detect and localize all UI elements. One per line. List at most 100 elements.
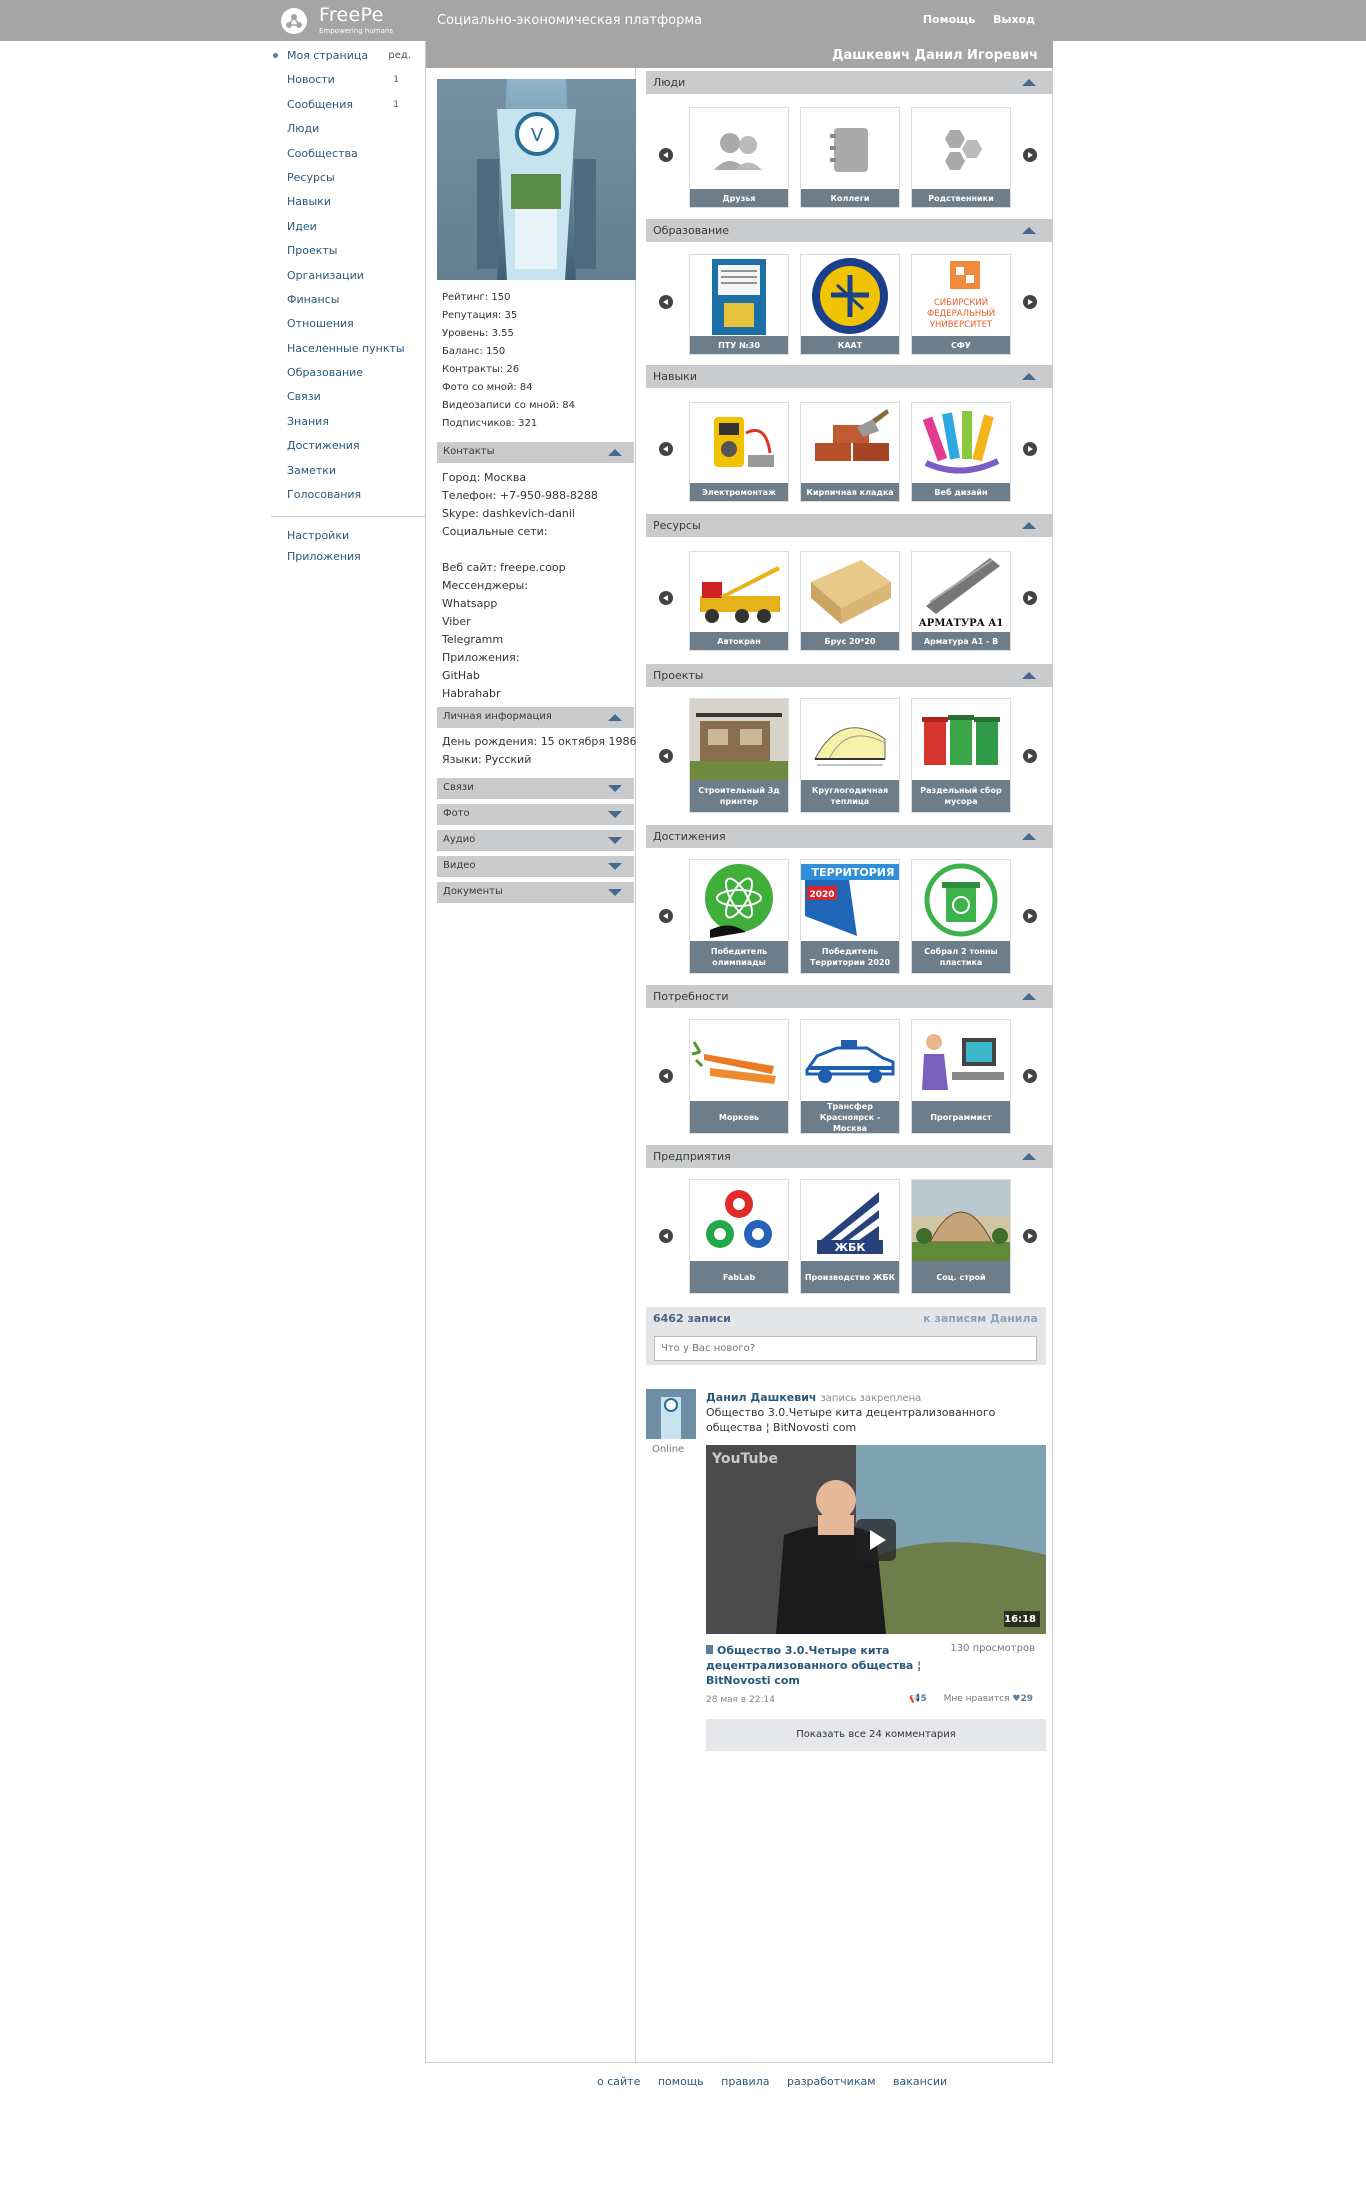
footer-help[interactable]: помощь (658, 2075, 704, 2088)
nav-relations[interactable]: Отношения (271, 315, 425, 339)
nav-connections[interactable]: Связи (271, 388, 425, 412)
card-greenhouse[interactable]: Круглогодичная теплица (800, 698, 900, 813)
card-social-build[interactable]: Соц. строй (911, 1179, 1011, 1294)
card-transfer[interactable]: Трансфер Красноярск - Москва (800, 1019, 900, 1134)
card-fablab[interactable]: FabLab (689, 1179, 789, 1294)
card-timber[interactable]: Брус 20*20 (800, 551, 900, 651)
nav-apps[interactable]: Приложения (271, 548, 425, 569)
next-arrow-icon[interactable] (1023, 749, 1037, 763)
card-caption: Морковь (690, 1101, 788, 1133)
nav-organizations[interactable]: Организации (271, 267, 425, 291)
repost-button[interactable]: 📢5 (909, 1694, 926, 1704)
video-title[interactable]: Общество 3.0.Четыре кита децентрализован… (706, 1643, 931, 1688)
card-kaat[interactable]: КААТ (800, 254, 900, 355)
footer-rules[interactable]: правила (721, 2075, 769, 2088)
footer-jobs[interactable]: вакансии (893, 2075, 947, 2088)
card-zhbk[interactable]: ЖБК Производство ЖБК (800, 1179, 900, 1294)
card-electrical[interactable]: Электромонтаж (689, 402, 789, 502)
prev-arrow-icon[interactable] (659, 749, 673, 763)
next-arrow-icon[interactable] (1023, 148, 1037, 162)
contacts-header[interactable]: Контакты (437, 442, 634, 463)
card-ptu30[interactable]: ПТУ №30 (689, 254, 789, 355)
next-arrow-icon[interactable] (1023, 295, 1037, 309)
profile-avatar[interactable]: V (437, 79, 636, 280)
prev-arrow-icon[interactable] (659, 295, 673, 309)
card-web-design[interactable]: Веб дизайн (911, 402, 1011, 502)
footer-about[interactable]: о сайте (597, 2075, 640, 2088)
skills-section-header[interactable]: Навыки (646, 365, 1053, 388)
prev-arrow-icon[interactable] (659, 1229, 673, 1243)
footer-developers[interactable]: разработчикам (787, 2075, 876, 2088)
nav-ideas[interactable]: Идеи (271, 218, 425, 242)
post-date[interactable]: 28 мая в 22:14 (706, 1695, 775, 1705)
resources-section-header[interactable]: Ресурсы (646, 514, 1053, 537)
prev-arrow-icon[interactable] (659, 1069, 673, 1083)
video-player[interactable]: YouTube 16:18 (706, 1445, 1046, 1634)
prev-arrow-icon[interactable] (659, 909, 673, 923)
education-section-header[interactable]: Образование (646, 219, 1053, 242)
card-crane[interactable]: Автокран (689, 551, 789, 651)
connections-header[interactable]: Связи (437, 778, 634, 799)
card-plastic[interactable]: Собрал 2 тонны пластика (911, 859, 1011, 974)
nav-votes[interactable]: Голосования (271, 486, 425, 510)
nav-people[interactable]: Люди (271, 120, 425, 144)
next-arrow-icon[interactable] (1023, 909, 1037, 923)
card-territory[interactable]: ТЕРРИТОРИЯ 2020 Победитель Территории 202… (800, 859, 900, 974)
documents-header[interactable]: Документы (437, 882, 634, 903)
card-relatives[interactable]: Родственники (911, 107, 1011, 208)
prev-arrow-icon[interactable] (659, 591, 673, 605)
help-link[interactable]: Помощь (923, 13, 975, 26)
card-colleagues[interactable]: Коллеги (800, 107, 900, 208)
personal-info-header[interactable]: Личная информация (437, 707, 634, 728)
audio-header[interactable]: Аудио (437, 830, 634, 851)
prev-arrow-icon[interactable] (659, 442, 673, 456)
nav-settings[interactable]: Настройки (271, 527, 425, 548)
post-author-name[interactable]: Данил Дашкевич (706, 1391, 816, 1404)
card-3d-printer[interactable]: Строительный 3д принтер (689, 698, 789, 813)
nav-achievements[interactable]: Достижения (271, 437, 425, 461)
nav-settlements[interactable]: Населенные пункты (271, 340, 425, 364)
nav-skills[interactable]: Навыки (271, 193, 425, 217)
photo-header[interactable]: Фото (437, 804, 634, 825)
video-header[interactable]: Видео (437, 856, 634, 877)
nav-resources[interactable]: Ресурсы (271, 169, 425, 193)
prev-arrow-icon[interactable] (659, 148, 673, 162)
next-arrow-icon[interactable] (1023, 442, 1037, 456)
card-sfu[interactable]: СИБИРСКИЙ ФЕДЕРАЛЬНЫЙ УНИВЕРСИТЕТ СФУ (911, 254, 1011, 355)
needs-section-header[interactable]: Потребности (646, 985, 1053, 1008)
new-post-input[interactable] (654, 1336, 1037, 1361)
next-arrow-icon[interactable] (1023, 1069, 1037, 1083)
active-bullet-icon (273, 53, 278, 58)
post-author-avatar[interactable] (646, 1389, 696, 1439)
nav-education[interactable]: Образование (271, 364, 425, 388)
card-olympiad[interactable]: Победитель олимпиады (689, 859, 789, 974)
nav-communities[interactable]: Сообщества (271, 145, 425, 169)
card-caption: Раздельный сбор мусора (912, 780, 1010, 812)
nav-notes[interactable]: Заметки (271, 462, 425, 486)
card-carrot[interactable]: Морковь (689, 1019, 789, 1134)
card-waste-sorting[interactable]: Раздельный сбор мусора (911, 698, 1011, 813)
card-friends[interactable]: Друзья (689, 107, 789, 208)
card-bricklaying[interactable]: Кирпичная кладка (800, 402, 900, 502)
nav-news[interactable]: Новости 1 (271, 71, 425, 95)
nav-messages[interactable]: Сообщения 1 (271, 96, 425, 120)
freepe-logo[interactable]: FreePe Empowering humans (281, 4, 401, 38)
to-posts-link[interactable]: к записям Данила (923, 1312, 1038, 1325)
nav-finance[interactable]: Финансы (271, 291, 425, 315)
edit-link[interactable]: ред. (388, 47, 411, 64)
card-rebar[interactable]: АРМАТУРА А1 Арматура А1 - В (911, 551, 1011, 651)
logout-link[interactable]: Выход (993, 13, 1035, 26)
achievements-section-header[interactable]: Достижения (646, 825, 1053, 848)
next-arrow-icon[interactable] (1023, 1229, 1037, 1243)
show-comments-button[interactable]: Показать все 24 комментария (706, 1719, 1046, 1751)
nav-knowledge[interactable]: Знания (271, 413, 425, 437)
like-button[interactable]: Мне нравится ♥29 (944, 1694, 1033, 1704)
nav-projects[interactable]: Проекты (271, 242, 425, 266)
people-section-header[interactable]: Люди (646, 71, 1053, 94)
truck-crane-icon (690, 552, 788, 634)
nav-my-page[interactable]: Моя страница ред. (271, 47, 425, 71)
projects-section-header[interactable]: Проекты (646, 664, 1053, 687)
enterprises-section-header[interactable]: Предприятия (646, 1145, 1053, 1168)
card-programmer[interactable]: Программист (911, 1019, 1011, 1134)
next-arrow-icon[interactable] (1023, 591, 1037, 605)
